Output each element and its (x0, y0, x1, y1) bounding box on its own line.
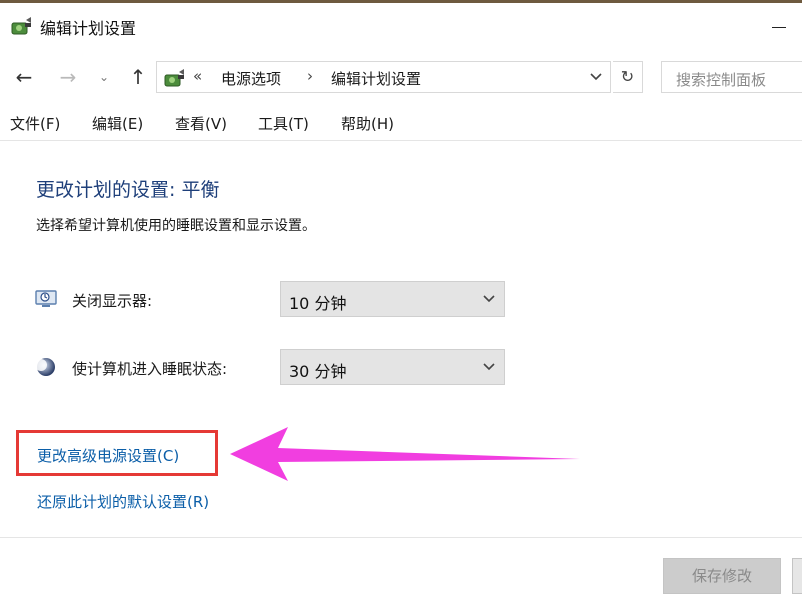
menu-view[interactable]: 查看(V) (175, 113, 227, 134)
breadcrumb-power-options[interactable]: 电源选项 (221, 68, 281, 89)
page-title: 更改计划的设置: 平衡 (36, 179, 220, 201)
advanced-power-settings-link[interactable]: 更改高级电源设置(C) (37, 445, 179, 466)
title-bar: 编辑计划设置 (0, 3, 802, 49)
chevron-down-icon (483, 363, 495, 371)
display-off-select[interactable]: 10 分钟 (280, 281, 505, 317)
search-placeholder: 搜索控制面板 (676, 71, 767, 89)
menu-help[interactable]: 帮助(H) (341, 113, 394, 134)
refresh-button[interactable]: ↻ (613, 61, 643, 93)
menu-bar: 文件(F) 编辑(E) 查看(V) 工具(T) 帮助(H) (0, 107, 802, 141)
menu-tools[interactable]: 工具(T) (258, 113, 309, 134)
menu-file[interactable]: 文件(F) (10, 113, 60, 134)
display-off-label: 关闭显示器: (72, 292, 153, 310)
chevron-down-icon (483, 295, 495, 303)
recent-locations-chevron-icon[interactable]: ⌄ (90, 63, 118, 91)
save-changes-button[interactable]: 保存修改 (663, 558, 781, 594)
back-button[interactable]: ← (10, 63, 38, 91)
cancel-button[interactable] (792, 558, 802, 594)
sleep-moon-icon (35, 358, 55, 376)
restore-defaults-link[interactable]: 还原此计划的默认设置(R) (37, 491, 209, 512)
window-title: 编辑计划设置 (40, 19, 137, 38)
sleep-select[interactable]: 30 分钟 (280, 349, 505, 385)
sleep-value: 30 分钟 (289, 362, 347, 381)
control-panel-icon (164, 69, 184, 87)
overflow-crumbs-icon[interactable]: « (193, 67, 202, 85)
minimize-button[interactable] (756, 3, 802, 49)
navigation-bar: ← → ⌄ ↑ « 电源选项 › 编辑计划设置 ↻ 搜索控制面板 (0, 51, 802, 103)
edit-plan-settings-window: 编辑计划设置 ← → ⌄ ↑ « 电源选项 › 编辑计划设置 ↻ 搜索控制面板 (0, 0, 802, 598)
address-bar[interactable]: « 电源选项 › 编辑计划设置 (156, 61, 611, 93)
page-description: 选择希望计算机使用的睡眠设置和显示设置。 (36, 218, 316, 234)
display-off-value: 10 分钟 (289, 294, 347, 313)
breadcrumb-edit-plan[interactable]: 编辑计划设置 (331, 68, 421, 89)
menu-edit[interactable]: 编辑(E) (92, 113, 143, 134)
display-off-icon (35, 290, 57, 307)
search-input[interactable]: 搜索控制面板 (661, 61, 802, 93)
annotation-arrow-icon (230, 427, 580, 481)
content-area: 更改计划的设置: 平衡 选择希望计算机使用的睡眠设置和显示设置。 关闭显示器: … (0, 141, 802, 537)
up-button[interactable]: ↑ (124, 63, 152, 91)
power-options-icon (11, 17, 31, 35)
footer-bar: 保存修改 (0, 537, 802, 598)
breadcrumb-separator-icon[interactable]: › (307, 67, 313, 85)
sleep-label: 使计算机进入睡眠状态: (72, 360, 228, 378)
address-dropdown-chevron-icon[interactable] (588, 68, 604, 86)
forward-button[interactable]: → (54, 63, 82, 91)
